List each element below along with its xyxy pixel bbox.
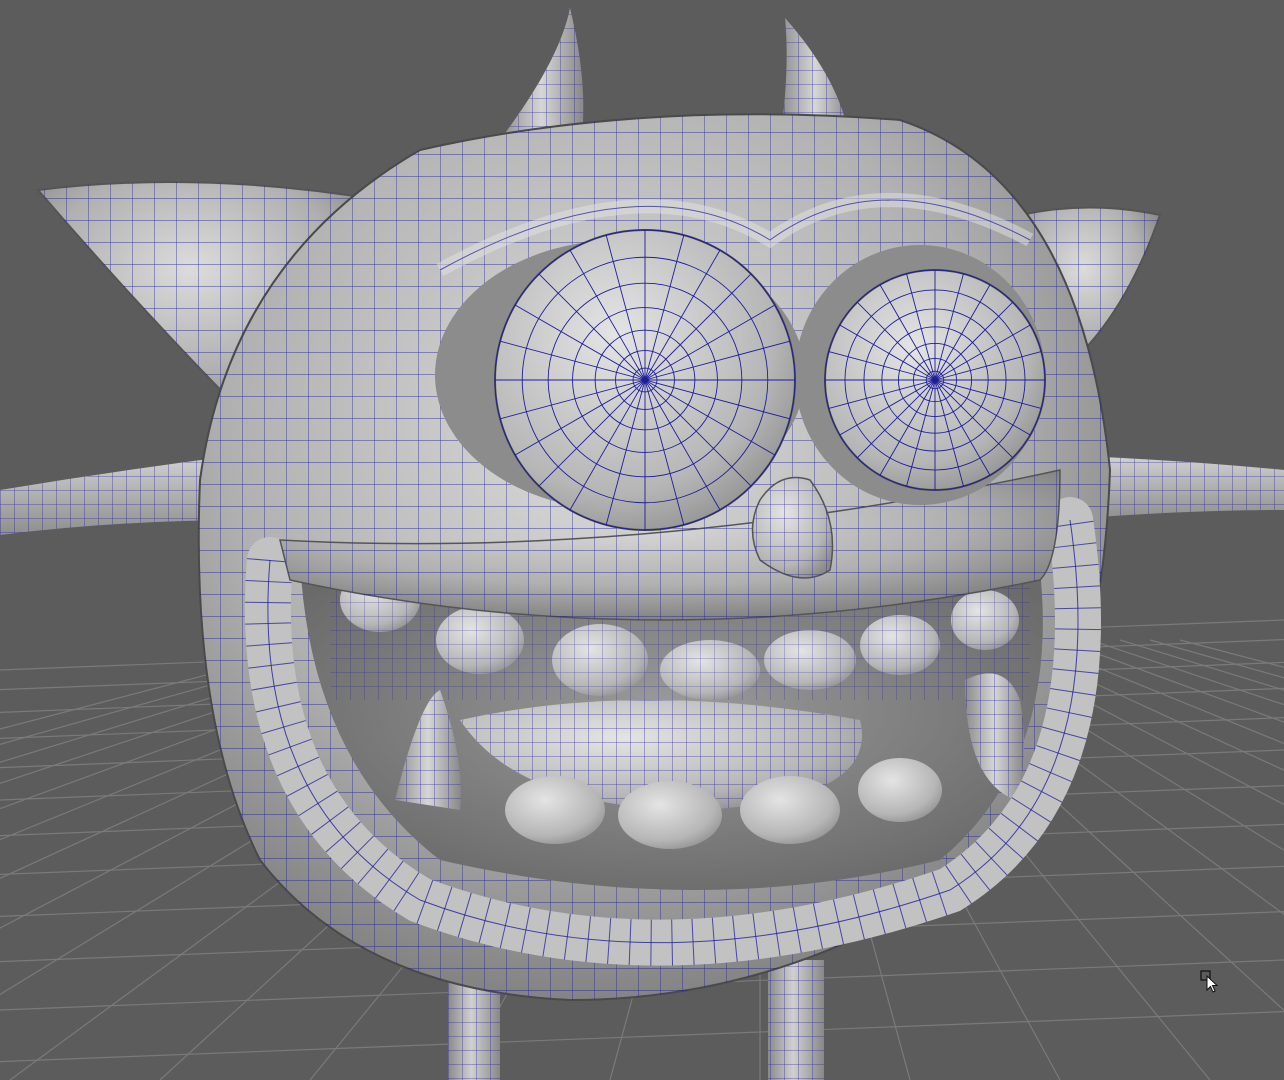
3d-viewport[interactable] <box>0 0 1284 1080</box>
select-cursor-icon <box>1200 970 1219 993</box>
right-eye <box>824 269 1046 491</box>
grid-line <box>0 1011 1284 1063</box>
left-eye <box>494 229 796 531</box>
viewport-scene[interactable] <box>0 0 1284 1080</box>
grid-line <box>1089 639 1284 706</box>
right-leg <box>768 960 824 1080</box>
